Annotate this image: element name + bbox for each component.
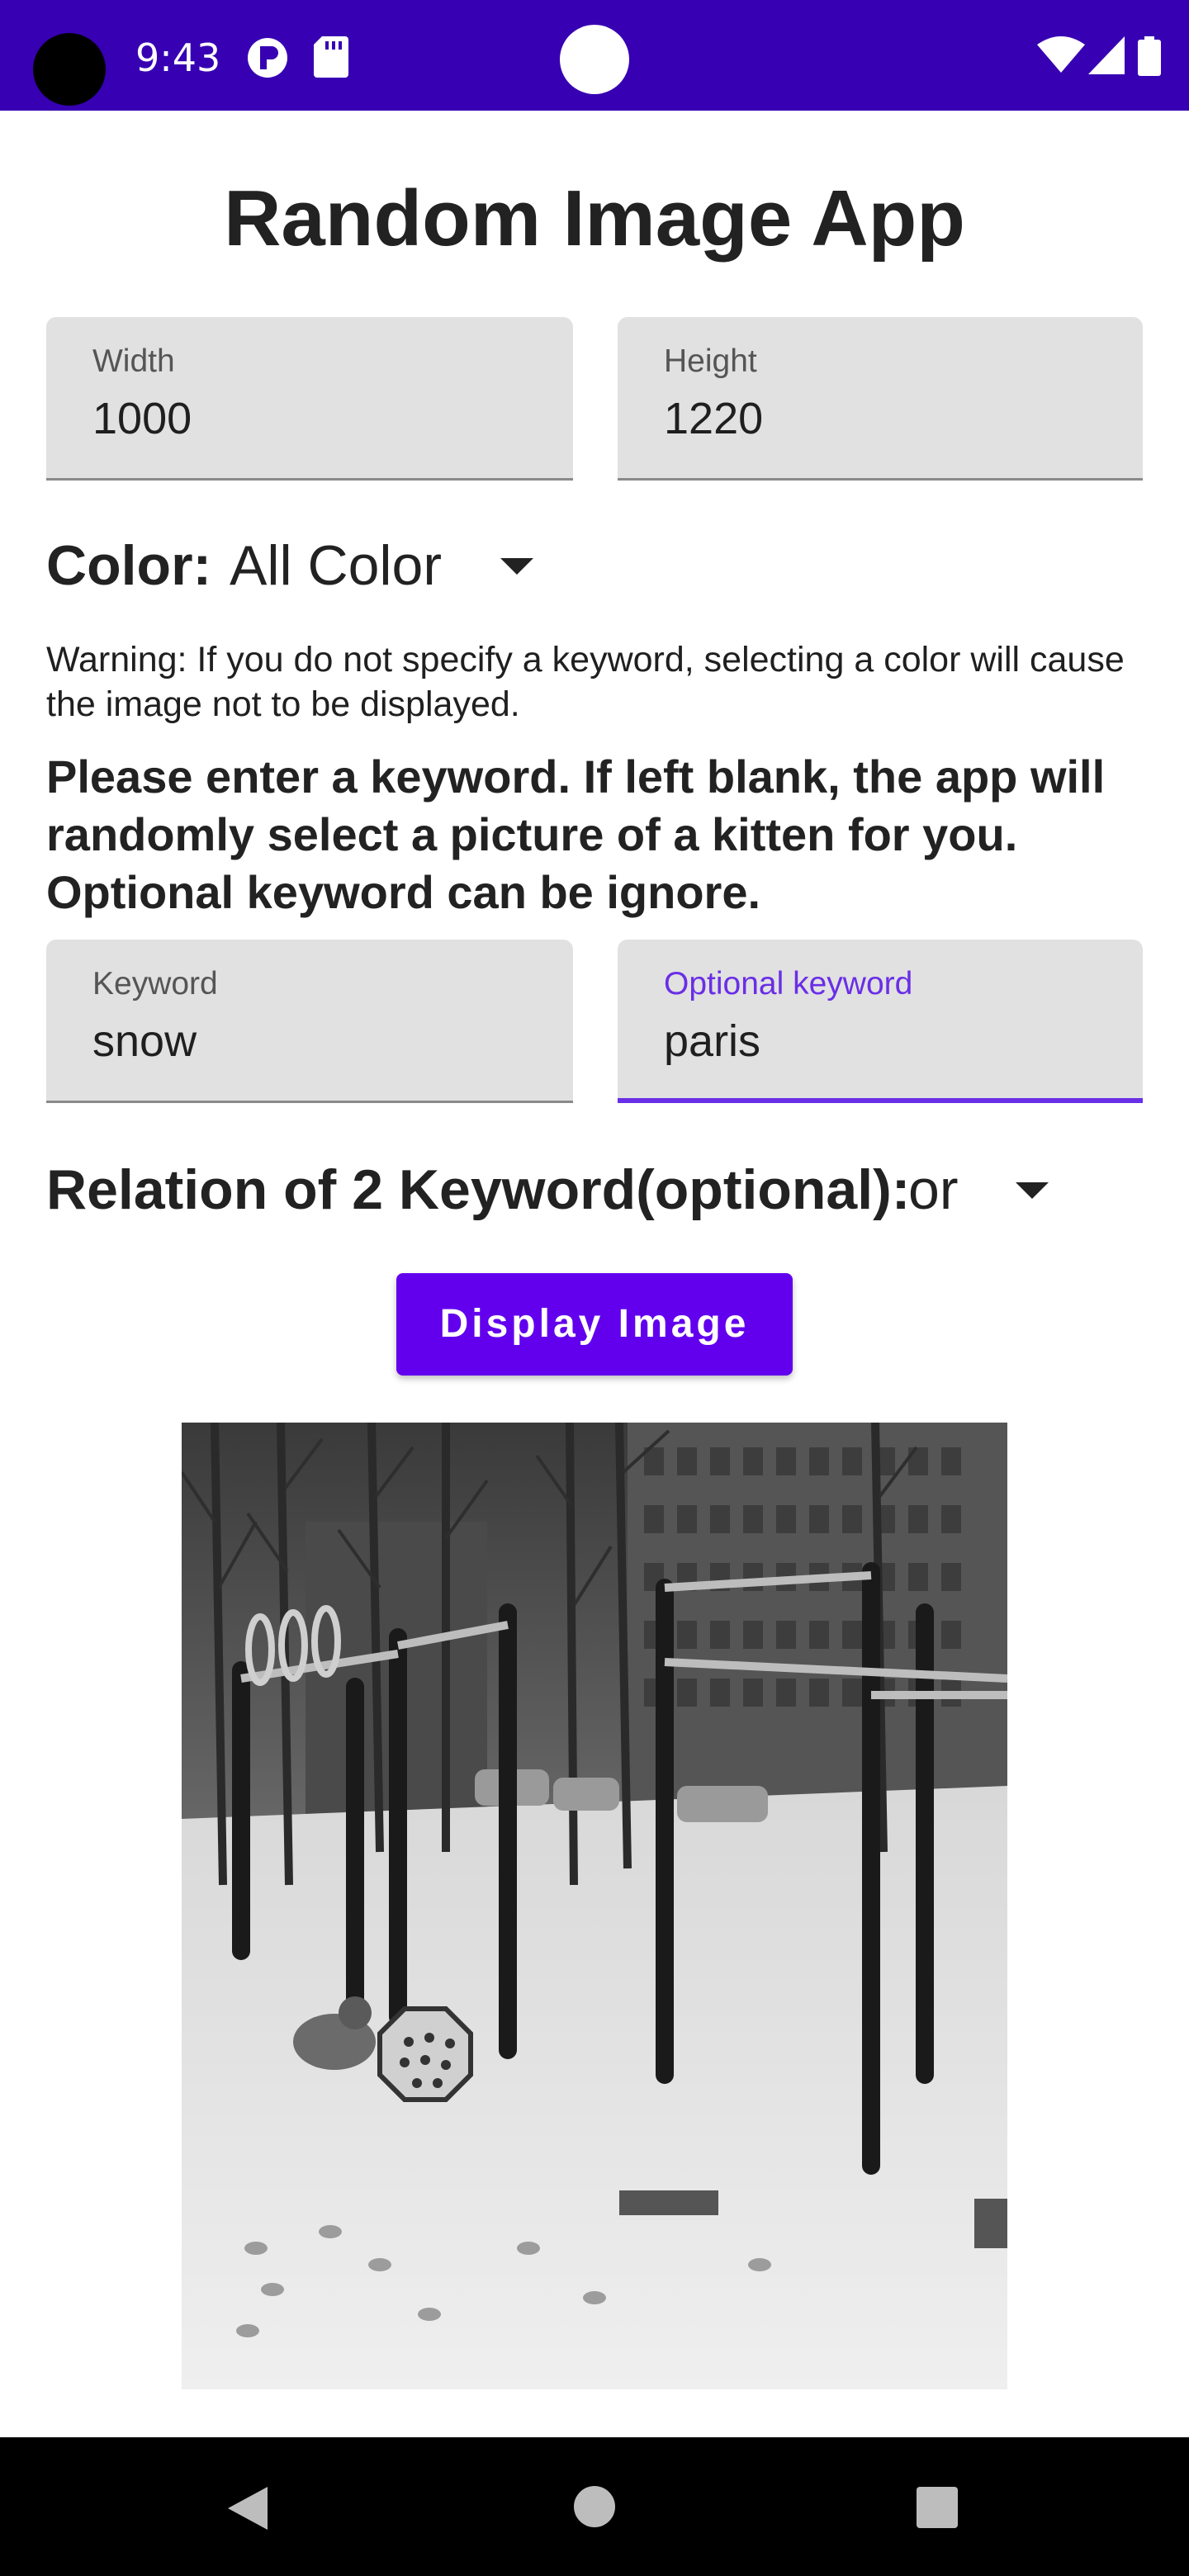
status-bar: 9:43: [0, 0, 1189, 111]
color-warning: Warning: If you do not specify a keyword…: [46, 640, 1125, 724]
relation-label: Relation of 2 Keyword(optional):: [46, 1158, 911, 1221]
status-time: 9:43: [135, 36, 221, 80]
width-input[interactable]: 1000: [92, 390, 192, 447]
color-dropdown-arrow-icon[interactable]: [500, 558, 533, 575]
result-image: [182, 1423, 1007, 2389]
color-label: Color:: [46, 534, 212, 597]
recents-icon[interactable]: [917, 2487, 958, 2528]
keyword-prompt: Please enter a keyword. If left blank, t…: [46, 751, 1106, 918]
home-icon[interactable]: [573, 2485, 616, 2528]
navigation-bar: [0, 2437, 1189, 2576]
width-field[interactable]: Width 1000: [46, 317, 573, 481]
optional-keyword-label: Optional keyword: [664, 966, 913, 1002]
height-field[interactable]: Height 1220: [618, 317, 1143, 481]
keyword-field[interactable]: Keyword snow: [46, 940, 573, 1103]
battery-icon: [1138, 36, 1161, 76]
optional-keyword-field[interactable]: Optional keyword paris: [618, 940, 1143, 1103]
height-label: Height: [664, 343, 757, 379]
wifi-icon: [1037, 36, 1085, 73]
keyword-label: Keyword: [92, 966, 218, 1002]
signal-icon: [1088, 36, 1125, 74]
relation-dropdown-arrow-icon[interactable]: [1016, 1182, 1049, 1199]
page-title: Random Image App: [224, 174, 965, 263]
color-dropdown-value[interactable]: All Color: [230, 528, 442, 603]
keyword-input[interactable]: snow: [92, 1012, 197, 1070]
front-camera: [560, 25, 629, 94]
snow-park-photo: [182, 1423, 1007, 2389]
display-image-button[interactable]: Display Image: [396, 1273, 793, 1376]
app-notification-icon: [248, 38, 287, 78]
relation-dropdown-value[interactable]: or: [908, 1153, 958, 1227]
sd-card-icon: [314, 36, 348, 78]
width-label: Width: [92, 343, 175, 379]
optional-keyword-input[interactable]: paris: [664, 1012, 760, 1070]
height-input[interactable]: 1220: [664, 390, 763, 447]
back-icon[interactable]: [225, 2485, 269, 2531]
camera-cutout: [33, 33, 106, 106]
